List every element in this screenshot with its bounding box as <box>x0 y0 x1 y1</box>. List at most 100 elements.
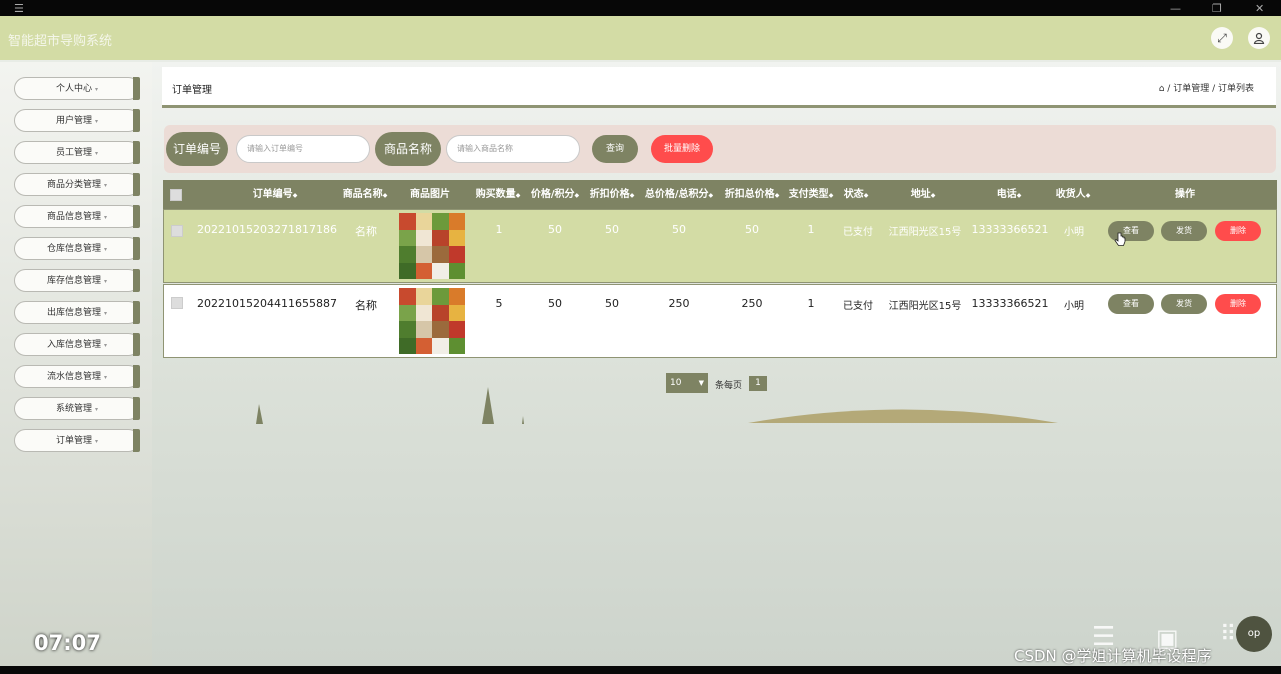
sidebar-item-label: 系统管理 <box>55 404 92 414</box>
column-header[interactable]: 地址◆ <box>903 180 943 209</box>
column-header[interactable]: 状态◆ <box>839 180 873 209</box>
sidebar-item-label: 流水信息管理 <box>46 372 101 382</box>
address: 江西阳光区15号 <box>888 301 962 312</box>
column-header[interactable]: 购买数量◆ <box>471 180 525 209</box>
row-checkbox[interactable] <box>171 225 183 237</box>
chevron-down-icon: ▾ <box>95 86 99 93</box>
grid-icon[interactable]: ⠿ <box>1220 622 1236 647</box>
order-number: 20221015204411655887 <box>197 297 337 310</box>
app-window: ☰ — ❐ ✕ 智能超市导购系统 ⤢ 个人中心 ▾ 用户管理 ▾ 员工管理 ▾ 商品分… <box>0 0 1281 674</box>
sidebar-item-label: 仓库信息管理 <box>46 244 101 254</box>
close-icon[interactable]: ✕ <box>1255 2 1264 15</box>
sidebar-item-categories[interactable]: 商品分类管理 ▾ <box>14 173 140 196</box>
chevron-down-icon: ▾ <box>95 118 99 125</box>
background-decoration <box>256 387 1058 424</box>
table-row[interactable]: 20221015204411655887 名称 5 50 50 250 250 … <box>163 284 1277 358</box>
expand-icon[interactable]: ⤢ <box>1211 27 1233 49</box>
restore-icon[interactable]: ❐ <box>1212 2 1222 15</box>
delete-button[interactable]: 删除 <box>1215 221 1261 241</box>
pay-type: 1 <box>807 297 815 310</box>
column-header[interactable]: 支付类型◆ <box>785 180 837 209</box>
discount-total: 250 <box>741 297 763 310</box>
chevron-down-icon: ▾ <box>95 150 99 157</box>
back-to-top-button[interactable]: op <box>1236 616 1272 652</box>
sidebar-item-transactions[interactable]: 流水信息管理 ▾ <box>14 365 140 388</box>
status-badge: 已支付 <box>843 301 873 312</box>
sidebar-item-label: 个人中心 <box>55 84 92 94</box>
window-titlebar: ☰ — ❐ ✕ <box>0 0 1281 16</box>
bottom-bar <box>0 666 1281 674</box>
column-header[interactable]: 总价格/总积分◆ <box>640 180 718 209</box>
sidebar-item-label: 商品分类管理 <box>46 180 101 190</box>
table-header: 订单编号◆ 商品名称◆ 商品图片 购买数量◆ 价格/积分◆ 折扣价格◆ 总价格/… <box>163 180 1277 209</box>
chevron-down-icon: ▾ <box>104 342 108 349</box>
sidebar-item-label: 入库信息管理 <box>46 340 101 350</box>
sidebar-item-label: 员工管理 <box>55 148 92 158</box>
receiver: 小明 <box>1064 227 1084 238</box>
sidebar-item-products[interactable]: 商品信息管理 ▾ <box>14 205 140 228</box>
column-header[interactable]: 折扣价格◆ <box>584 180 640 209</box>
ship-button[interactable]: 发货 <box>1161 221 1207 241</box>
column-header[interactable]: 折扣总价格◆ <box>720 180 784 209</box>
sidebar-item-system[interactable]: 系统管理 ▾ <box>14 397 140 420</box>
product-name: 名称 <box>355 225 377 238</box>
search-bar: 订单编号 请输入订单编号 商品名称 请输入商品名称 查询 批量删除 <box>164 125 1276 173</box>
sidebar-item-label: 商品信息管理 <box>46 212 101 222</box>
sidebar-item-outbound[interactable]: 出库信息管理 ▾ <box>14 301 140 324</box>
product-name-input[interactable]: 请输入商品名称 <box>446 135 580 163</box>
ship-button[interactable]: 发货 <box>1161 294 1207 314</box>
user-icon[interactable] <box>1248 27 1270 49</box>
batch-delete-button[interactable]: 批量删除 <box>651 135 713 163</box>
column-header[interactable]: 收货人◆ <box>1051 180 1095 209</box>
sidebar-item-label: 出库信息管理 <box>46 308 101 318</box>
chevron-down-icon: ▾ <box>104 310 108 317</box>
product-image <box>399 213 465 279</box>
column-header: 商品图片 <box>410 189 450 200</box>
sidebar-item-users[interactable]: 用户管理 ▾ <box>14 109 140 132</box>
window-menu-icon[interactable]: ☰ <box>14 2 24 15</box>
breadcrumb: ⌂ / 订单管理 / 订单列表 <box>1158 84 1254 94</box>
price: 50 <box>548 223 562 236</box>
order-number-input[interactable]: 请输入订单编号 <box>236 135 370 163</box>
minimize-icon[interactable]: — <box>1170 2 1181 15</box>
phone: 13333366521 <box>971 297 1049 310</box>
delete-button[interactable]: 删除 <box>1215 294 1261 314</box>
column-header: 操作 <box>1175 189 1195 200</box>
product-name: 名称 <box>355 299 377 312</box>
status-badge: 已支付 <box>843 227 873 238</box>
table-row[interactable]: 20221015203271817186 名称 1 50 50 50 50 1 … <box>163 209 1277 283</box>
breadcrumb-order-list: 订单列表 <box>1217 84 1254 94</box>
order-number: 20221015203271817186 <box>197 223 337 236</box>
quantity: 5 <box>495 297 503 310</box>
sidebar-item-label: 订单管理 <box>55 436 92 446</box>
chevron-down-icon: ▾ <box>104 214 108 221</box>
sidebar-item-inventory[interactable]: 库存信息管理 ▾ <box>14 269 140 292</box>
sidebar-item-label: 库存信息管理 <box>46 276 101 286</box>
breadcrumb-orders[interactable]: 订单管理 <box>1173 84 1209 94</box>
receiver: 小明 <box>1064 301 1084 312</box>
row-checkbox[interactable] <box>171 297 183 309</box>
column-header[interactable]: 电话◆ <box>989 180 1029 209</box>
product-image <box>399 288 465 354</box>
sidebar-item-orders[interactable]: 订单管理 ▾ <box>14 429 140 452</box>
sidebar-item-warehouses[interactable]: 仓库信息管理 ▾ <box>14 237 140 260</box>
chevron-down-icon: ▾ <box>104 182 108 189</box>
query-button[interactable]: 查询 <box>592 135 638 163</box>
pay-type: 1 <box>807 223 815 236</box>
main-content: 订单管理 ⌂ / 订单管理 / 订单列表 订单编号 请输入订单编号 商品名称 请… <box>152 62 1281 666</box>
page-header: 订单管理 ⌂ / 订单管理 / 订单列表 <box>162 67 1276 108</box>
video-timer: 07:07 <box>34 631 101 655</box>
total-price: 250 <box>668 297 690 310</box>
sidebar-item-staff[interactable]: 员工管理 ▾ <box>14 141 140 164</box>
column-header[interactable]: 价格/积分◆ <box>527 180 583 209</box>
phone: 13333366521 <box>971 223 1049 236</box>
quantity: 1 <box>495 223 503 236</box>
column-header[interactable]: 订单编号◆ <box>233 180 317 209</box>
product-name-label: 商品名称 <box>375 132 441 166</box>
sidebar-item-personal-center[interactable]: 个人中心 ▾ <box>14 77 140 100</box>
order-number-label: 订单编号 <box>166 132 228 166</box>
view-button[interactable]: 查看 <box>1108 294 1154 314</box>
sidebar-item-inbound[interactable]: 入库信息管理 ▾ <box>14 333 140 356</box>
column-header[interactable]: 商品名称◆ <box>337 180 393 209</box>
select-all-checkbox[interactable] <box>170 189 182 201</box>
